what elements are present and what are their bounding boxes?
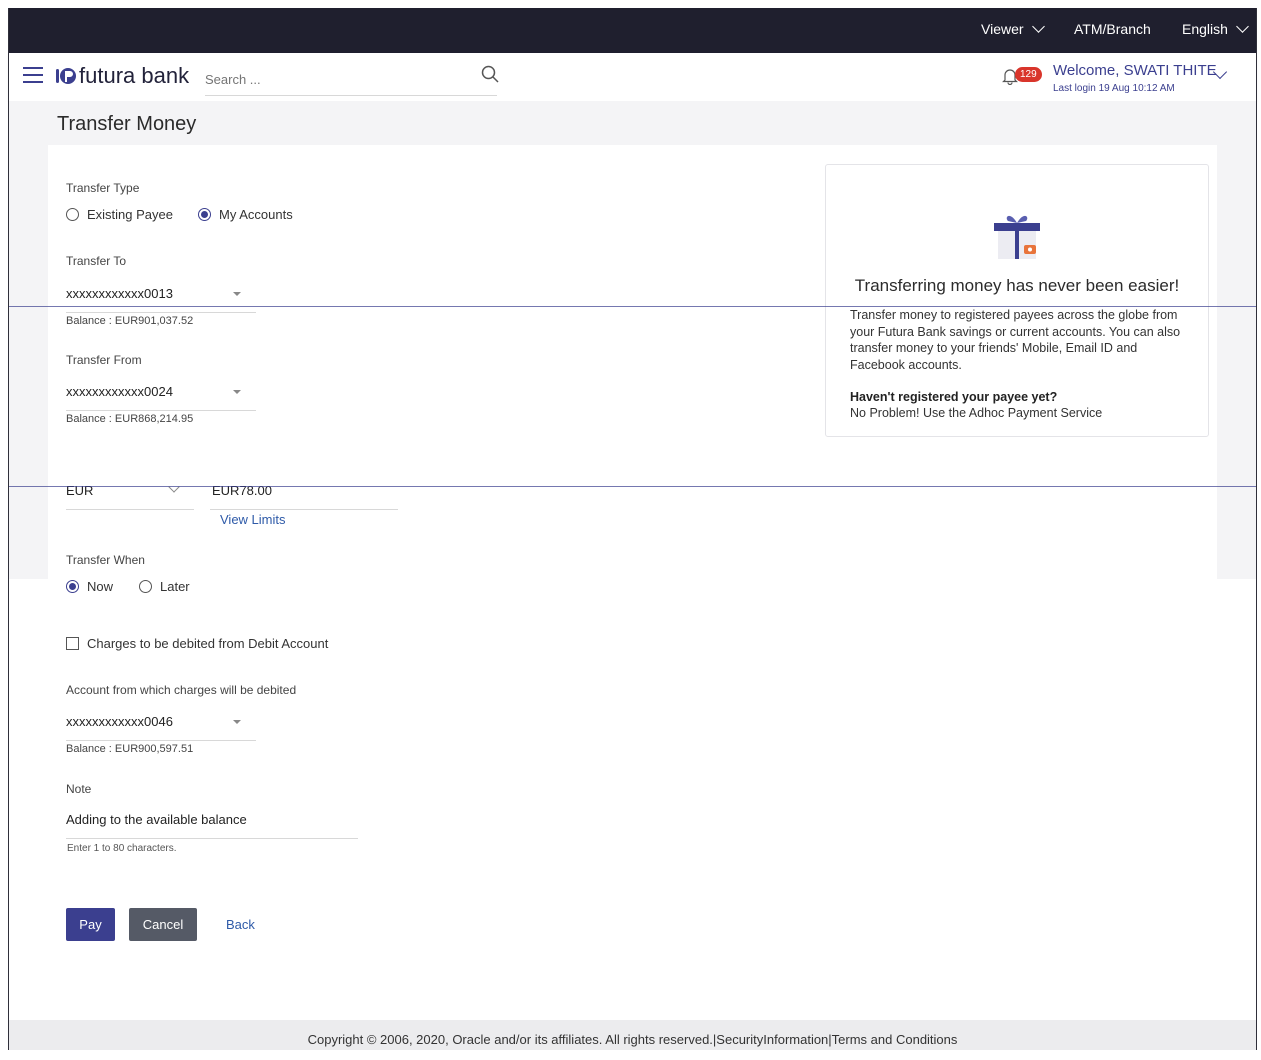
- language-label: English: [1182, 21, 1228, 37]
- now-label[interactable]: Now: [87, 579, 113, 594]
- back-link[interactable]: Back: [226, 917, 255, 932]
- viewer-menu[interactable]: Viewer: [981, 20, 1045, 37]
- note-input[interactable]: Adding to the available balance: [66, 810, 358, 839]
- my-accounts-label[interactable]: My Accounts: [219, 207, 293, 222]
- page-title: Transfer Money: [57, 113, 197, 135]
- notification-badge[interactable]: 129: [1015, 67, 1042, 82]
- chevron-down-icon: [1236, 20, 1249, 33]
- transfer-from-select[interactable]: xxxxxxxxxxxx0024: [66, 382, 256, 411]
- frame-border: [1256, 8, 1257, 1050]
- existing-payee-label[interactable]: Existing Payee: [87, 207, 173, 222]
- last-login: Last login 19 Aug 10:12 AM: [1053, 83, 1175, 94]
- charges-account-label: Account from which charges will be debit…: [66, 683, 297, 697]
- frame-border: [8, 8, 9, 1050]
- bank-logo-icon: [56, 68, 76, 84]
- gift-icon: [994, 215, 1040, 259]
- info-answer: No Problem! Use the Adhoc Payment Servic…: [850, 406, 1103, 420]
- divider-line: [9, 486, 1256, 487]
- existing-payee-radio[interactable]: [66, 208, 79, 221]
- atm-branch-link[interactable]: ATM/Branch: [1074, 21, 1151, 37]
- menu-icon[interactable]: [23, 67, 43, 83]
- caret-down-icon: [233, 292, 241, 296]
- transfer-from-label: Transfer From: [66, 353, 142, 367]
- language-menu[interactable]: English: [1182, 20, 1249, 37]
- info-question: Haven't registered your payee yet?: [850, 390, 1058, 404]
- cancel-button[interactable]: Cancel: [129, 908, 197, 941]
- transfer-to-select[interactable]: xxxxxxxxxxxx0013: [66, 284, 256, 313]
- transfer-to-label: Transfer To: [66, 254, 127, 268]
- transfer-when-label: Transfer When: [66, 553, 145, 567]
- caret-down-icon: [233, 720, 241, 724]
- header: futura bank 129 Welcome, SWATI THITE Las…: [9, 53, 1256, 101]
- chevron-down-icon: [1031, 20, 1045, 33]
- caret-down-icon: [233, 390, 241, 394]
- transfer-type-label: Transfer Type: [66, 181, 140, 195]
- info-body: Transfer money to registered payees acro…: [850, 308, 1181, 372]
- footer: Copyright © 2006, 2020, Oracle and/or it…: [9, 1020, 1256, 1050]
- info-title: Transferring money has never been easier…: [854, 276, 1180, 295]
- divider-line: [9, 306, 1256, 307]
- chevron-down-icon: [168, 481, 180, 493]
- transfer-to-balance: Balance : EUR901,037.52: [66, 315, 194, 327]
- later-radio[interactable]: [139, 580, 152, 593]
- charges-account-select[interactable]: xxxxxxxxxxxx0046: [66, 712, 256, 741]
- transfer-from-value: xxxxxxxxxxxx0024: [66, 384, 173, 399]
- charges-checkbox[interactable]: [66, 637, 79, 650]
- welcome-text[interactable]: Welcome, SWATI THITE: [1053, 62, 1217, 79]
- note-label: Note: [66, 782, 92, 796]
- pay-button[interactable]: Pay: [66, 908, 115, 941]
- transfer-to-value: xxxxxxxxxxxx0013: [66, 286, 173, 301]
- charges-account-value: xxxxxxxxxxxx0046: [66, 714, 173, 729]
- charges-account-balance: Balance : EUR900,597.51: [66, 743, 194, 755]
- search-icon[interactable]: [481, 65, 499, 83]
- charges-checkbox-label[interactable]: Charges to be debited from Debit Account: [87, 636, 328, 651]
- search-input[interactable]: [205, 63, 497, 96]
- view-limits-link[interactable]: View Limits: [220, 512, 286, 527]
- viewer-label: Viewer: [981, 21, 1024, 37]
- later-label[interactable]: Later: [160, 579, 190, 594]
- note-value: Adding to the available balance: [66, 812, 247, 827]
- now-radio[interactable]: [66, 580, 79, 593]
- brand-name: futura bank: [79, 63, 190, 88]
- top-bar: Viewer ATM/Branch English: [9, 8, 1256, 53]
- my-accounts-radio[interactable]: [198, 208, 211, 221]
- note-hint: Enter 1 to 80 characters.: [67, 843, 177, 854]
- transfer-from-balance: Balance : EUR868,214.95: [66, 413, 194, 425]
- info-card: Transferring money has never been easier…: [825, 164, 1209, 437]
